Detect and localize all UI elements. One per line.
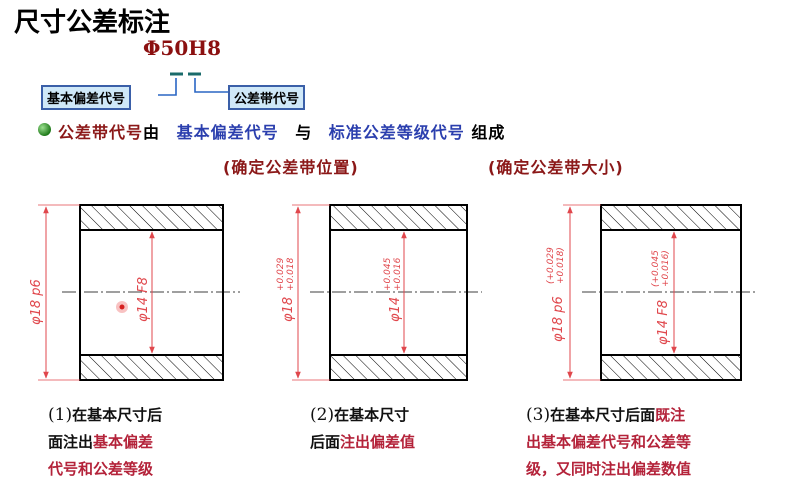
drawing2-inner-dimension-lower: +0.016 [393,257,403,291]
caption-2: (2)在基本尺寸 后面注出偏差值 [310,402,415,456]
drawing2-outer-dimension-base: φ18 [281,297,296,322]
drawing2-inner-dimension-upper: +0.045 [383,257,393,291]
drawing3-outer-dimension-base: φ18 p6 [551,296,566,342]
caption-3-line2: 出基本偏差代号和公差等 [526,433,692,451]
caption-2-line2a: 后面 [310,433,341,451]
caption-1-line2a: 面注出 [48,433,94,451]
caption-1: (1)在基本尺寸后 面注出基本偏差 代号和公差等级 [48,402,162,483]
caption-3-line1a: 在基本尺寸后面 [550,406,656,424]
drawing-1: φ18 p6 φ14 F8 [29,204,240,381]
caption-3-line3: 级，又同时注出偏差数值 [526,460,692,478]
caption-2-number: (2) [310,405,335,425]
drawing-3: φ18 p6 (+0.029 +0.018) φ14 F8 (+0.045 +0… [546,204,758,381]
caption-1-line2b: 基本偏差 [93,433,154,451]
drawing1-inner-dimension: φ14 F8 [136,277,151,322]
drawing2-inner-dimension-base: φ14 [388,297,403,322]
drawing3-outer-dimension-upper: (+0.029 [546,247,556,284]
caption-3-line1b: 既注 [655,406,686,424]
drawing1-outer-dimension: φ18 p6 [29,279,44,325]
drawing3-inner-dimension-upper: (+0.045 [651,250,661,287]
drawing-2: φ18 +0.029 +0.018 φ14 +0.045 +0.016 [276,204,482,381]
drawing2-outer-dimension-lower: +0.018 [286,257,296,291]
drawing3-inner-dimension-lower: +0.016) [661,250,671,287]
caption-2-line1: 在基本尺寸 [334,406,410,424]
drawing2-outer-dimension-upper: +0.029 [276,257,286,291]
drawing3-outer-dimension-lower: +0.018) [556,247,566,284]
caption-2-line2b: 注出偏差值 [340,433,416,451]
caption-1-number: (1) [48,405,73,425]
caption-3-number: (3) [526,405,551,425]
caption-3: (3)在基本尺寸后面既注 出基本偏差代号和公差等 级，又同时注出偏差数值 [526,402,691,483]
caption-1-line1: 在基本尺寸后 [72,406,163,424]
drawing3-inner-dimension-base: φ14 F8 [656,300,671,345]
caption-1-line3: 代号和公差等级 [48,460,154,478]
